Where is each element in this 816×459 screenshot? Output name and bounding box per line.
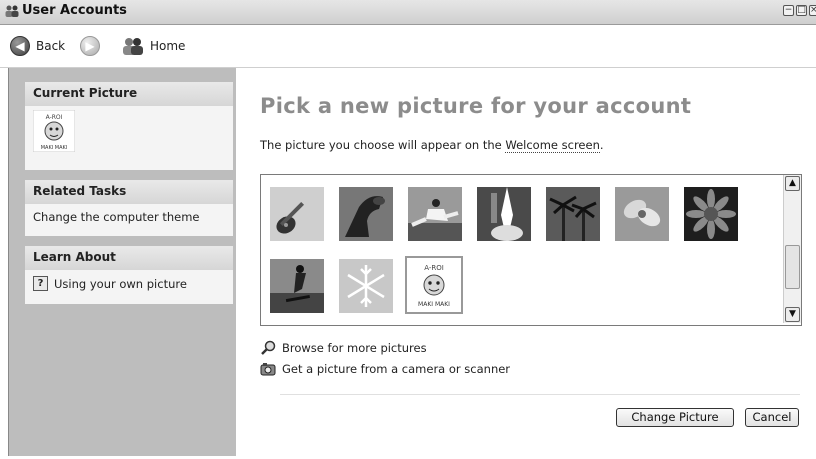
- user-accounts-icon: [5, 5, 19, 17]
- picture-maki-maki-selected[interactable]: A-ROI MAKI MAKI: [405, 256, 463, 314]
- picture-banner: A-ROI: [424, 264, 444, 272]
- picture-karate[interactable]: [408, 187, 462, 241]
- forward-button[interactable]: ▶: [80, 36, 100, 56]
- browse-pictures-label: Browse for more pictures: [282, 341, 427, 355]
- current-picture-panel: Current Picture A-ROI MAKI MAKI: [25, 82, 233, 170]
- current-picture-header: Current Picture: [25, 82, 233, 106]
- current-account-picture: A-ROI MAKI MAKI: [32, 109, 76, 153]
- learn-about-panel: Learn About ? Using your own picture: [25, 246, 233, 304]
- current-picture-caption: MAKI MAKI: [41, 145, 68, 151]
- home-users-icon: [123, 38, 143, 55]
- home-label: Home: [150, 39, 186, 53]
- back-label: Back: [36, 39, 66, 53]
- picture-snowflake[interactable]: [339, 259, 393, 313]
- back-button[interactable]: ◀ Back: [10, 36, 65, 56]
- camera-icon: [260, 363, 276, 376]
- picture-space-shuttle[interactable]: [477, 187, 531, 241]
- change-picture-button[interactable]: Change Picture: [616, 408, 734, 427]
- picture-gallery: A-ROI MAKI MAKI ▲ ▼: [260, 174, 802, 326]
- camera-scanner-link[interactable]: Get a picture from a camera or scanner: [260, 361, 510, 377]
- scroll-down-icon: ▼: [789, 309, 796, 319]
- page-description: The picture you choose will appear on th…: [260, 138, 604, 153]
- minimize-button[interactable]: −: [783, 5, 794, 16]
- cancel-button[interactable]: Cancel: [745, 408, 799, 427]
- home-button[interactable]: Home: [122, 37, 185, 55]
- forward-arrow-icon: ▶: [80, 36, 100, 56]
- minimize-icon: −: [784, 5, 793, 15]
- scroll-thumb[interactable]: [785, 245, 800, 289]
- picture-guitar[interactable]: [270, 187, 324, 241]
- picture-caption: MAKI MAKI: [418, 301, 450, 308]
- help-icon: ?: [33, 276, 48, 291]
- close-button[interactable]: ×: [809, 5, 816, 16]
- browse-pictures-link[interactable]: Browse for more pictures: [260, 340, 427, 356]
- picture-palm-trees[interactable]: [546, 187, 600, 241]
- learn-link-own-picture[interactable]: ? Using your own picture: [25, 270, 233, 295]
- magnifier-icon: [261, 340, 276, 355]
- scroll-up-icon: ▲: [789, 178, 796, 188]
- main-content: Pick a new picture for your account The …: [236, 68, 816, 459]
- back-arrow-icon: ◀: [10, 36, 30, 56]
- camera-scanner-label: Get a picture from a camera or scanner: [282, 362, 511, 376]
- window-title: User Accounts: [22, 3, 127, 18]
- scroll-down-button[interactable]: ▼: [785, 307, 800, 322]
- picture-skateboarder[interactable]: [270, 259, 324, 313]
- learn-about-header: Learn About: [25, 246, 233, 270]
- learn-link-label: Using your own picture: [54, 276, 187, 291]
- title-bar: User Accounts − □ ×: [0, 0, 816, 25]
- divider: [280, 394, 800, 395]
- gallery-scrollbar[interactable]: ▲ ▼: [783, 175, 801, 323]
- maximize-button[interactable]: □: [796, 5, 807, 16]
- task-pane: Current Picture A-ROI MAKI MAKI Related …: [8, 68, 237, 456]
- picture-horse[interactable]: [339, 187, 393, 241]
- picture-flower[interactable]: [615, 187, 669, 241]
- page-title: Pick a new picture for your account: [260, 94, 692, 118]
- scroll-up-button[interactable]: ▲: [785, 176, 800, 191]
- welcome-screen-link[interactable]: Welcome screen: [505, 138, 600, 153]
- picture-daisy[interactable]: [684, 187, 738, 241]
- current-picture-banner: A-ROI: [46, 114, 63, 121]
- related-tasks-panel: Related Tasks Change the computer theme: [25, 180, 233, 236]
- maximize-icon: □: [797, 5, 806, 15]
- close-icon: ×: [810, 5, 816, 15]
- task-link-change-theme[interactable]: Change the computer theme: [25, 204, 233, 228]
- navigation-bar: ◀ Back ▶ Home: [0, 25, 816, 68]
- related-tasks-header: Related Tasks: [25, 180, 233, 204]
